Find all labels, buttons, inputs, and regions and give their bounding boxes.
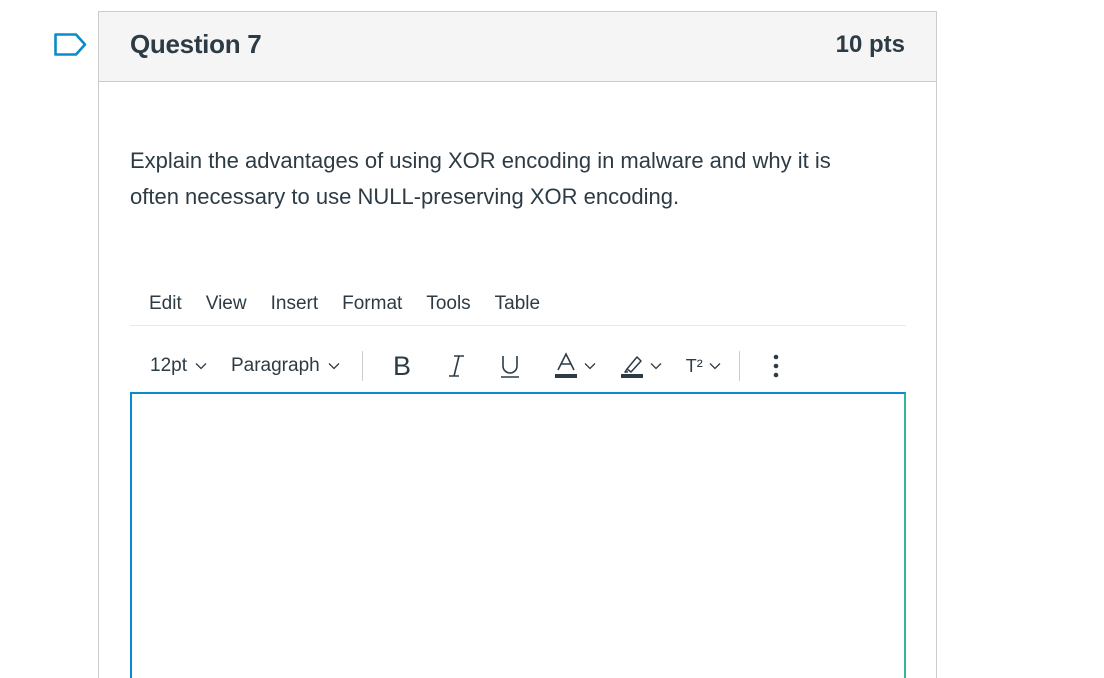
- font-size-dropdown[interactable]: 12pt: [150, 355, 207, 377]
- italic-icon[interactable]: [448, 353, 466, 379]
- underline-icon[interactable]: [500, 353, 520, 379]
- question-header: Question 7 10 pts: [99, 12, 936, 82]
- question-points: 10 pts: [835, 31, 905, 58]
- flag-question-icon[interactable]: [54, 33, 87, 56]
- menu-edit[interactable]: Edit: [149, 293, 182, 315]
- chevron-down-icon: [650, 363, 662, 370]
- highlighter-icon: [620, 356, 643, 378]
- superscript-icon: T²: [685, 355, 703, 376]
- menu-view[interactable]: View: [206, 293, 247, 315]
- font-size-value: 12pt: [150, 355, 187, 376]
- menu-format[interactable]: Format: [342, 293, 402, 315]
- text-color-button[interactable]: [554, 352, 596, 380]
- text-color-icon: [554, 352, 577, 378]
- toolbar-divider: [738, 351, 740, 381]
- chevron-down-icon: [195, 363, 207, 370]
- block-format-value: Paragraph: [230, 355, 320, 376]
- more-options-icon[interactable]: [772, 353, 780, 379]
- menu-insert[interactable]: Insert: [271, 293, 319, 315]
- chevron-down-icon: [709, 363, 721, 370]
- chevron-down-icon: [328, 363, 340, 370]
- question-text: Explain the advantages of using XOR enco…: [130, 143, 900, 215]
- superscript-dropdown[interactable]: T²: [686, 356, 721, 377]
- menubar-divider: [130, 325, 906, 326]
- editor-toolbar: 12pt Paragraph B T²: [130, 337, 906, 395]
- menu-tools[interactable]: Tools: [426, 293, 470, 315]
- answer-editor[interactable]: [130, 392, 906, 678]
- bold-icon[interactable]: B: [392, 353, 414, 379]
- editor-menubar: Edit View Insert Format Tools Table: [130, 282, 906, 326]
- svg-text:B: B: [393, 353, 411, 379]
- question-text-line: often necessary to use NULL-preserving X…: [130, 184, 680, 209]
- chevron-down-icon: [584, 363, 596, 370]
- question-title: Question 7: [130, 29, 262, 59]
- question-card: Question 7 10 pts Explain the advantages…: [98, 11, 937, 678]
- menu-table[interactable]: Table: [495, 293, 540, 315]
- toolbar-divider: [361, 351, 363, 381]
- block-format-dropdown[interactable]: Paragraph: [231, 355, 340, 377]
- question-text-line: Explain the advantages of using XOR enco…: [130, 148, 831, 173]
- highlight-color-button[interactable]: [620, 352, 662, 380]
